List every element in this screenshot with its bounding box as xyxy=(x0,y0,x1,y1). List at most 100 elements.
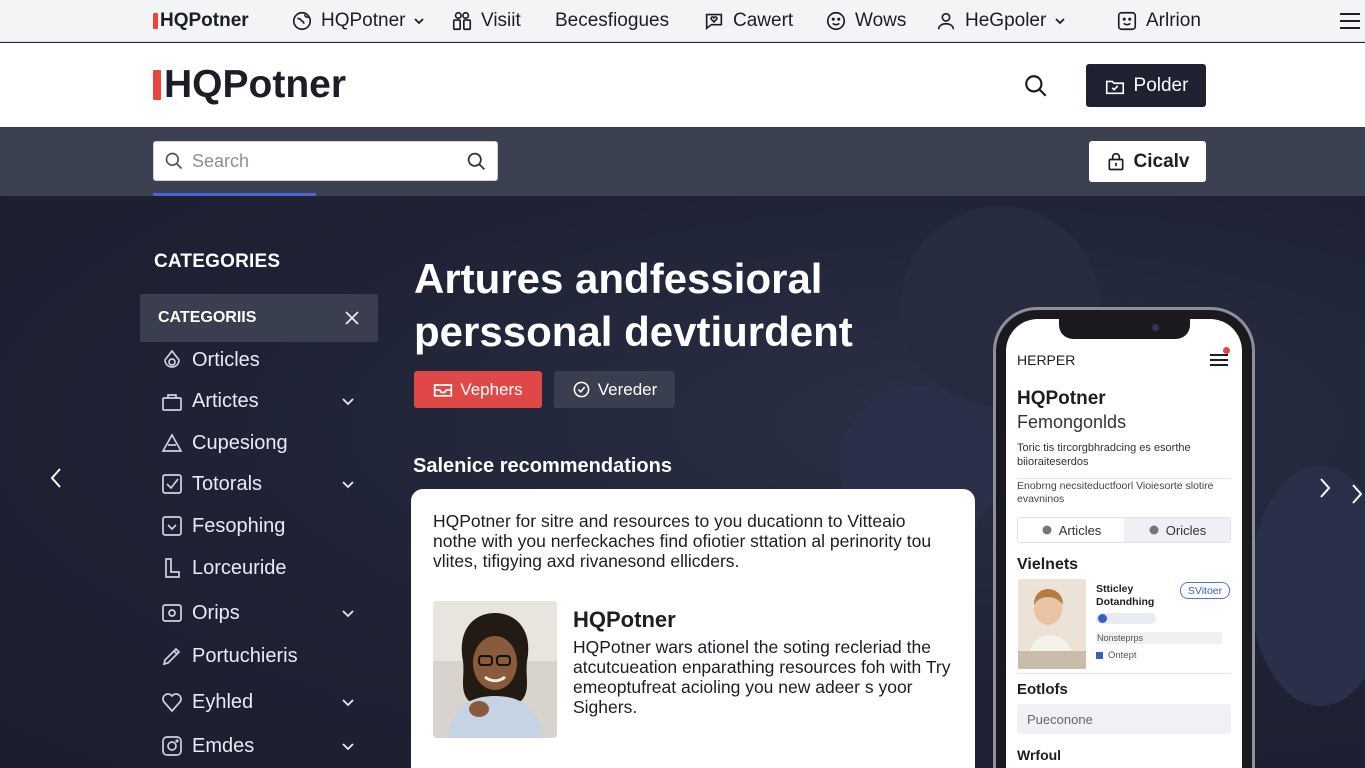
category-item-label: Eyhled xyxy=(192,690,254,713)
face-box-icon xyxy=(1116,10,1138,32)
category-item-orips[interactable]: Orips xyxy=(158,595,368,631)
recommendation-card: HQPotner for sitre and resources to you … xyxy=(411,489,975,768)
card-intro-text: HQPotner for sitre and resources to you … xyxy=(433,511,932,571)
frame-icon xyxy=(158,601,186,625)
search-input[interactable] xyxy=(192,150,458,172)
phone-tab-articles[interactable]: Articles xyxy=(1018,518,1124,542)
category-item-emdes[interactable]: Emdes xyxy=(158,728,368,764)
search-submit-icon[interactable] xyxy=(466,151,487,172)
top-nav-item-visiit[interactable]: Visiit xyxy=(451,0,521,42)
phone-notch xyxy=(1059,319,1190,339)
chevron-down-icon xyxy=(1054,15,1066,27)
drop-icon xyxy=(1041,524,1053,536)
phone-app-header: HERPER xyxy=(1017,352,1076,368)
top-nav-item-label: HQPotner xyxy=(321,10,406,31)
header-brand[interactable]: HQPotner xyxy=(153,63,346,107)
category-item-label: Totorals xyxy=(192,472,263,495)
phone-description-secondary: Enobrng necsiteductfoorl Vioiesorte slot… xyxy=(1017,478,1231,506)
phone-screen: HERPER HQPotner Femongonlds Toric tis ti… xyxy=(1006,319,1242,768)
category-item-label: Lorceuride xyxy=(192,556,287,579)
top-nav-item-label: Wows xyxy=(855,10,907,31)
top-nav-item-label: HeGpoler xyxy=(965,10,1047,31)
phone-item-title: Stticley Dotandhing xyxy=(1096,583,1155,608)
categories-filter-label: CATEGORIIS xyxy=(158,309,257,326)
header-search-button[interactable] xyxy=(1021,71,1051,101)
phone-item-thumbnail[interactable] xyxy=(1018,579,1086,669)
chevron-right-icon xyxy=(1317,476,1333,500)
triangle-icon xyxy=(158,431,186,455)
category-item-artictes[interactable]: Artictes xyxy=(158,383,368,419)
top-nav-brand-label: HQPotner xyxy=(160,10,249,31)
carousel-prev-button[interactable] xyxy=(44,464,68,492)
hero-title: Artures andfessioral perssonal devtiurde… xyxy=(414,252,934,358)
top-nav-brand[interactable]: HQPotner xyxy=(153,0,249,42)
top-nav-item-hqpotner[interactable]: HQPotner xyxy=(291,0,425,42)
people-icon xyxy=(451,10,473,32)
category-item-portuchieris[interactable]: Portuchieris xyxy=(158,638,368,674)
category-item-cupesiong[interactable]: Cupesiong xyxy=(158,425,368,461)
categories-filter-active[interactable]: CATEGORIIS xyxy=(140,294,378,342)
close-icon[interactable] xyxy=(344,310,360,326)
chevron-right-icon xyxy=(1350,482,1364,506)
drop-icon xyxy=(1148,524,1160,536)
hero-title-line: perssonal devtiurdent xyxy=(414,308,853,355)
lock-bag-icon xyxy=(1106,152,1126,172)
polder-button[interactable]: Polder xyxy=(1086,64,1206,107)
drop-icon xyxy=(158,348,186,372)
chevron-down-icon[interactable] xyxy=(334,476,362,492)
phone-tab-label: Oricles xyxy=(1165,522,1207,538)
carousel-next-button-outer[interactable] xyxy=(1348,480,1365,508)
hamburger-icon xyxy=(1210,353,1228,367)
recommendations-title: Salenice recommendations xyxy=(413,455,672,477)
phone-divider xyxy=(1017,673,1231,674)
category-item-label: Portuchieris xyxy=(192,644,298,667)
categories-title: CATEGORIES xyxy=(154,251,281,272)
camera-dot-icon xyxy=(1152,324,1159,331)
heart-chat-icon xyxy=(703,10,725,32)
vephers-button[interactable]: Vephers xyxy=(414,371,542,408)
brand-logo-icon xyxy=(153,70,161,100)
category-item-label: Orticles xyxy=(192,348,260,371)
vereder-button[interactable]: Vereder xyxy=(554,371,675,408)
category-item-fesophing[interactable]: Fesophing xyxy=(158,508,368,544)
bag-icon xyxy=(158,389,186,413)
top-nav-item-label: Visiit xyxy=(481,10,521,31)
toggle-knob xyxy=(1098,614,1107,623)
folder-icon xyxy=(1104,75,1126,97)
top-nav-item-wows[interactable]: Wows xyxy=(825,0,906,42)
phone-input-field[interactable]: Pueconone xyxy=(1017,704,1231,734)
phone-tabs: Articles Oricles xyxy=(1017,517,1231,543)
phone-item-meta: Ontept xyxy=(1096,650,1137,661)
header-brand-label: HQPotner xyxy=(164,63,347,106)
chevron-down-icon[interactable] xyxy=(334,393,362,409)
phone-menu-button[interactable] xyxy=(1209,352,1229,368)
top-nav-item-arlrion[interactable]: Arlrion xyxy=(1116,0,1201,42)
top-nav-item-hegpoler[interactable]: HeGpoler xyxy=(935,0,1066,42)
phone-item-badge[interactable]: SVitoer xyxy=(1180,582,1230,599)
globe-icon xyxy=(291,10,313,32)
square-bullet-icon xyxy=(1096,652,1103,659)
category-item-eyhled[interactable]: Eyhled xyxy=(158,684,368,720)
heart-outline-icon xyxy=(158,690,186,714)
phone-item-toggle[interactable] xyxy=(1096,613,1156,624)
hero-title-line: Artures andfessioral xyxy=(414,255,823,302)
carousel-next-button[interactable] xyxy=(1313,474,1337,502)
cicalv-button[interactable]: Cicalv xyxy=(1089,141,1206,182)
category-item-orticles[interactable]: Orticles xyxy=(158,342,368,378)
search-box xyxy=(153,141,498,181)
person-photo xyxy=(433,601,557,738)
category-item-lorceuride[interactable]: Lorceuride xyxy=(158,550,368,586)
category-item-label: Fesophing xyxy=(192,514,286,537)
top-nav-item-becesfiogues[interactable]: Becesfiogues xyxy=(555,0,669,42)
vephers-button-label: Vephers xyxy=(460,379,523,399)
notification-dot xyxy=(1223,347,1230,354)
phone-item-line: Nonsteprps xyxy=(1096,632,1222,644)
phone-tab-oricles[interactable]: Oricles xyxy=(1124,518,1230,542)
category-item-totorals[interactable]: Totorals xyxy=(158,466,368,502)
hamburger-menu-button[interactable] xyxy=(1339,0,1361,42)
chevron-down-icon[interactable] xyxy=(334,738,362,754)
chevron-down-icon[interactable] xyxy=(334,694,362,710)
vereder-button-label: Vereder xyxy=(597,379,658,399)
chevron-down-icon[interactable] xyxy=(334,605,362,621)
top-nav-item-cawert[interactable]: Cawert xyxy=(703,0,793,42)
